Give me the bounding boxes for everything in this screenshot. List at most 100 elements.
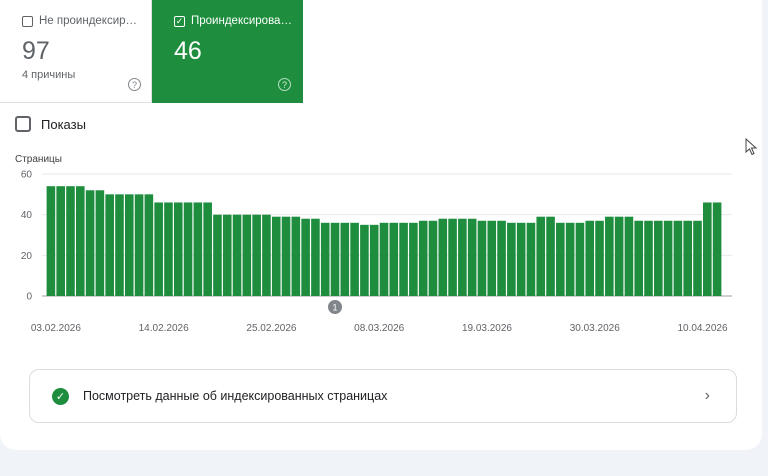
bar bbox=[350, 222, 359, 296]
view-indexed-pages-label: Посмотреть данные об индексированных стр… bbox=[83, 389, 388, 403]
bar bbox=[222, 214, 232, 296]
not-indexed-label: Не проиндексир… bbox=[39, 15, 138, 27]
bar bbox=[409, 222, 418, 296]
x-tick-label: 03.02.2026 bbox=[31, 323, 81, 334]
bar bbox=[663, 220, 673, 296]
bar bbox=[634, 220, 644, 296]
indexed-tile[interactable]: ✓ Проиндексирова… 46 ? bbox=[152, 0, 303, 103]
bar bbox=[105, 194, 114, 296]
reasons-count: 4 причины bbox=[22, 69, 76, 81]
bar bbox=[360, 224, 369, 296]
bar bbox=[614, 216, 624, 296]
bar bbox=[438, 218, 448, 296]
bar bbox=[703, 202, 712, 296]
indexed-count: 46 bbox=[174, 37, 202, 65]
bar bbox=[526, 222, 536, 296]
y-tick-label: 0 bbox=[26, 292, 32, 303]
bar bbox=[154, 202, 163, 296]
y-tick-label: 60 bbox=[21, 170, 33, 181]
bar bbox=[281, 216, 291, 296]
y-tick-label: 40 bbox=[21, 210, 33, 221]
help-icon[interactable]: ? bbox=[278, 78, 291, 91]
bar bbox=[320, 222, 330, 296]
impressions-toggle[interactable]: Показы bbox=[15, 116, 86, 132]
bar bbox=[311, 218, 320, 296]
not-indexed-count: 97 bbox=[22, 37, 50, 65]
bar bbox=[330, 222, 340, 296]
bar bbox=[546, 216, 555, 296]
x-tick-label: 14.02.2026 bbox=[139, 323, 189, 334]
bar bbox=[252, 214, 261, 296]
bar bbox=[487, 220, 497, 296]
bar bbox=[585, 220, 595, 296]
bar bbox=[448, 218, 457, 296]
bar bbox=[262, 214, 271, 296]
bar bbox=[115, 194, 124, 296]
bar bbox=[203, 202, 212, 296]
bar bbox=[536, 216, 546, 296]
bar bbox=[291, 216, 301, 296]
not-indexed-tile[interactable]: Не проиндексир… 97 4 причины ? bbox=[0, 0, 152, 103]
bar bbox=[712, 202, 722, 296]
checkbox-checked-icon[interactable]: ✓ bbox=[174, 15, 185, 27]
bar bbox=[144, 194, 154, 296]
bar bbox=[124, 194, 134, 296]
check-circle-icon: ✓ bbox=[52, 387, 69, 405]
bar bbox=[497, 220, 506, 296]
chevron-right-icon: › bbox=[704, 387, 710, 404]
view-indexed-pages-link[interactable]: ✓ Посмотреть данные об индексированных с… bbox=[29, 369, 737, 423]
x-tick-label: 19.03.2026 bbox=[462, 323, 512, 334]
bar bbox=[271, 216, 281, 296]
bar bbox=[693, 220, 702, 296]
bar bbox=[605, 216, 614, 296]
bar bbox=[673, 220, 683, 296]
bar bbox=[624, 216, 634, 296]
bar bbox=[428, 220, 438, 296]
checkbox-icon[interactable] bbox=[22, 15, 33, 27]
bar bbox=[66, 186, 75, 296]
bar bbox=[173, 202, 183, 296]
bar bbox=[556, 222, 565, 296]
bar bbox=[340, 222, 350, 296]
bar bbox=[134, 194, 144, 296]
pages-bar-chart: 0 20 40 60 03.02.2026 14.02.2026 25.02.2026 08.… bbox=[21, 170, 732, 334]
bar bbox=[95, 190, 105, 296]
bar bbox=[418, 220, 428, 296]
annotation-label: 1 bbox=[333, 303, 338, 313]
checkbox-icon[interactable] bbox=[15, 116, 31, 132]
bar bbox=[458, 218, 467, 296]
bar bbox=[683, 220, 693, 296]
mouse-cursor-icon bbox=[745, 138, 758, 156]
indexed-header: ✓ Проиндексирова… bbox=[174, 15, 303, 27]
x-tick-label: 10.04.2026 bbox=[677, 323, 727, 334]
bar bbox=[654, 220, 663, 296]
bar bbox=[213, 214, 222, 296]
bar bbox=[164, 202, 173, 296]
bar bbox=[595, 220, 604, 296]
bar bbox=[85, 190, 95, 296]
bar bbox=[56, 186, 65, 296]
bar bbox=[242, 214, 252, 296]
x-tick-label: 30.03.2026 bbox=[570, 323, 620, 334]
x-tick-label: 08.03.2026 bbox=[354, 323, 404, 334]
bar bbox=[193, 202, 203, 296]
indexed-label: Проиндексирова… bbox=[191, 15, 292, 27]
bar bbox=[477, 220, 487, 296]
bar bbox=[75, 186, 85, 296]
bar bbox=[507, 222, 516, 296]
bar bbox=[379, 222, 389, 296]
bar bbox=[575, 222, 585, 296]
impressions-label: Показы bbox=[41, 116, 86, 132]
y-tick-label: 20 bbox=[21, 251, 33, 262]
bar bbox=[183, 202, 193, 296]
x-tick-label: 25.02.2026 bbox=[246, 323, 296, 334]
bar bbox=[232, 214, 242, 296]
bar bbox=[301, 218, 310, 296]
help-icon[interactable]: ? bbox=[128, 78, 141, 91]
not-indexed-header: Не проиндексир… bbox=[22, 15, 151, 27]
bar bbox=[565, 222, 575, 296]
bar bbox=[389, 222, 399, 296]
bar bbox=[644, 220, 653, 296]
bar bbox=[46, 186, 56, 296]
bar bbox=[369, 224, 379, 296]
